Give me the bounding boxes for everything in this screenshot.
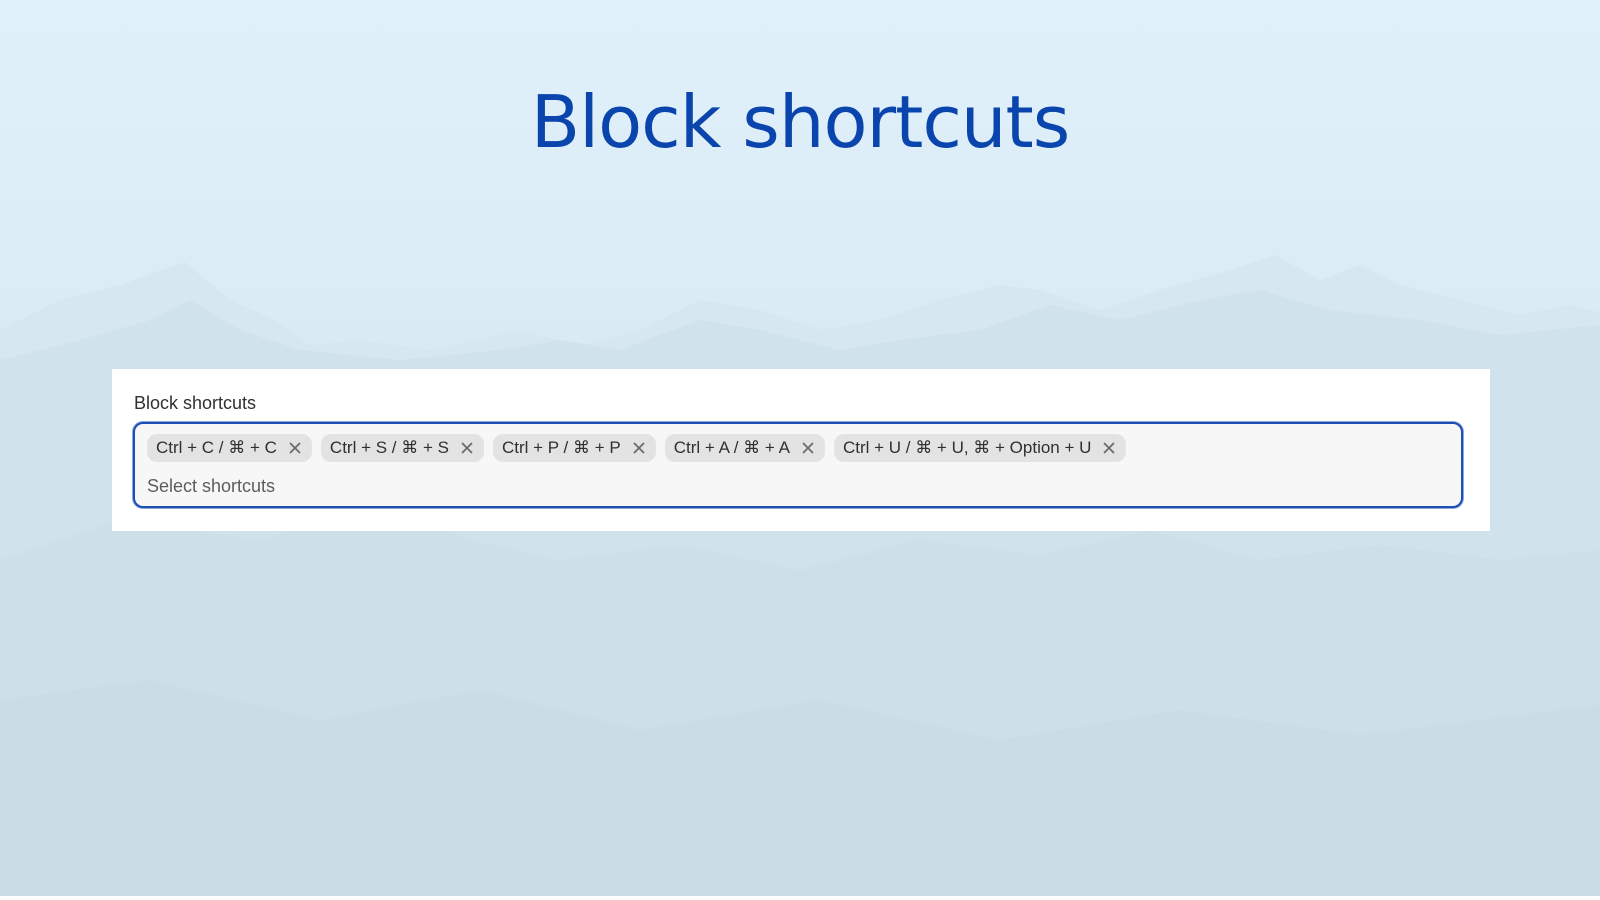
close-icon[interactable]	[287, 440, 303, 456]
selected-chips: Ctrl + C / ⌘ + C Ctrl + S / ⌘ + S Ctrl +…	[147, 434, 1127, 462]
bottom-edge	[0, 896, 1600, 900]
chip-label: Ctrl + A / ⌘ + A	[673, 438, 790, 457]
chip-label: Ctrl + C / ⌘ + C	[156, 438, 277, 457]
shortcut-multiselect[interactable]: Ctrl + C / ⌘ + C Ctrl + S / ⌘ + S Ctrl +…	[133, 422, 1463, 508]
shortcut-chip-select-all: Ctrl + A / ⌘ + A	[664, 434, 825, 462]
settings-card: Block shortcuts Ctrl + C / ⌘ + C Ctrl + …	[112, 369, 1490, 531]
field-label: Block shortcuts	[134, 393, 257, 413]
chip-label: Ctrl + S / ⌘ + S	[329, 438, 449, 457]
close-icon[interactable]	[631, 440, 647, 456]
shortcut-chip-save: Ctrl + S / ⌘ + S	[320, 434, 484, 462]
close-icon[interactable]	[459, 440, 475, 456]
shortcut-chip-copy: Ctrl + C / ⌘ + C	[147, 434, 312, 462]
chip-label: Ctrl + P / ⌘ + P	[501, 438, 621, 457]
chip-label: Ctrl + U / ⌘ + U, ⌘ + Option + U	[842, 438, 1092, 457]
close-icon[interactable]	[1101, 440, 1117, 456]
shortcut-chip-view-source: Ctrl + U / ⌘ + U, ⌘ + Option + U	[833, 434, 1127, 462]
close-icon[interactable]	[800, 440, 816, 456]
shortcut-chip-print: Ctrl + P / ⌘ + P	[492, 434, 656, 462]
shortcut-search-input[interactable]	[147, 474, 747, 498]
page-title: Block shortcuts	[530, 80, 1071, 164]
